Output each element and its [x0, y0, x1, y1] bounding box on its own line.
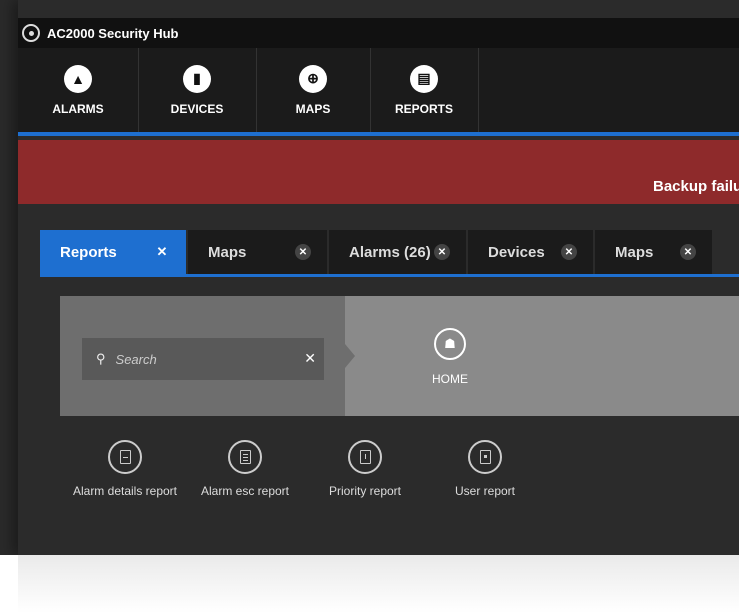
report-list: Alarm details report Alarm esc report Pr… — [60, 440, 739, 540]
alert-text: Backup failur — [653, 178, 739, 195]
document-icon — [228, 440, 262, 474]
close-icon[interactable]: ✕ — [561, 244, 577, 260]
tab-maps-2[interactable]: Maps ✕ — [595, 230, 712, 274]
main-nav: ▲ ALARMS ▮ DEVICES ⊕ MAPS ▤ REPORTS — [18, 48, 739, 132]
reports-panel: ⚲ ✕ ☗ HOME — [60, 296, 739, 416]
nav-maps[interactable]: ⊕ MAPS — [256, 48, 371, 132]
tab-devices[interactable]: Devices ✕ — [468, 230, 593, 274]
report-label: Priority report — [328, 484, 402, 498]
clear-search-icon[interactable]: ✕ — [304, 350, 316, 367]
close-icon[interactable]: ✕ — [154, 244, 170, 260]
tab-label: Maps — [208, 243, 247, 261]
tab-label: Devices — [488, 243, 545, 261]
tab-underline — [40, 274, 739, 277]
priority-report-icon — [348, 440, 382, 474]
tab-reports[interactable]: Reports ✕ — [40, 230, 186, 274]
report-user[interactable]: User report — [430, 440, 540, 499]
device-icon: ▮ — [183, 64, 211, 93]
document-icon: ▤ — [410, 64, 438, 93]
nav-label: ALARMS — [52, 101, 104, 116]
close-icon[interactable]: ✕ — [434, 244, 450, 260]
tab-label: Maps — [615, 243, 654, 261]
bell-icon: ▲ — [64, 64, 92, 93]
tab-label: Reports — [60, 243, 117, 261]
floor-reflection — [18, 555, 739, 613]
tab-alarms[interactable]: Alarms (26) ✕ — [329, 230, 466, 274]
globe-icon: ⊕ — [299, 64, 327, 93]
nav-label: REPORTS — [394, 101, 453, 116]
tab-strip: Reports ✕ Maps ✕ Alarms (26) ✕ Devices ✕… — [40, 230, 714, 274]
app-logo-icon — [22, 24, 40, 42]
nav-alarms[interactable]: ▲ ALARMS — [18, 48, 139, 132]
report-label: User report — [454, 484, 516, 498]
home-breadcrumb[interactable]: ☗ HOME — [415, 328, 485, 386]
close-icon[interactable]: ✕ — [295, 244, 311, 260]
app-title: AC2000 Security Hub — [47, 25, 179, 41]
tab-maps[interactable]: Maps ✕ — [188, 230, 327, 274]
alarm-report-icon — [108, 440, 142, 474]
search-input[interactable] — [113, 350, 298, 368]
nav-label: DEVICES — [170, 101, 224, 116]
nav-devices[interactable]: ▮ DEVICES — [138, 48, 257, 132]
home-icon: ☗ — [434, 328, 466, 360]
user-report-icon — [468, 440, 502, 474]
nav-underline — [18, 132, 739, 136]
close-icon[interactable]: ✕ — [680, 244, 696, 260]
breadcrumb-arrow — [345, 344, 355, 368]
home-label: HOME — [432, 372, 468, 386]
title-bar: AC2000 Security Hub — [18, 18, 739, 48]
stage: AC2000 Security Hub ▲ ALARMS ▮ DEVICES ⊕… — [18, 0, 739, 555]
search-pane: ⚲ ✕ — [60, 296, 345, 416]
nav-label: MAPS — [295, 101, 331, 116]
nav-reports[interactable]: ▤ REPORTS — [370, 48, 479, 132]
search-box: ⚲ ✕ — [82, 338, 324, 380]
search-icon: ⚲ — [96, 351, 106, 366]
alert-banner: Backup failur — [18, 140, 739, 204]
report-priority[interactable]: Priority report — [310, 440, 420, 499]
app-window: AC2000 Security Hub ▲ ALARMS ▮ DEVICES ⊕… — [0, 0, 739, 555]
report-label: Alarm esc report — [200, 484, 290, 498]
report-alarm-details[interactable]: Alarm details report — [70, 440, 180, 499]
report-alarm-esc[interactable]: Alarm esc report — [190, 440, 300, 499]
report-label: Alarm details report — [72, 484, 178, 498]
tab-label: Alarms (26) — [349, 243, 431, 261]
